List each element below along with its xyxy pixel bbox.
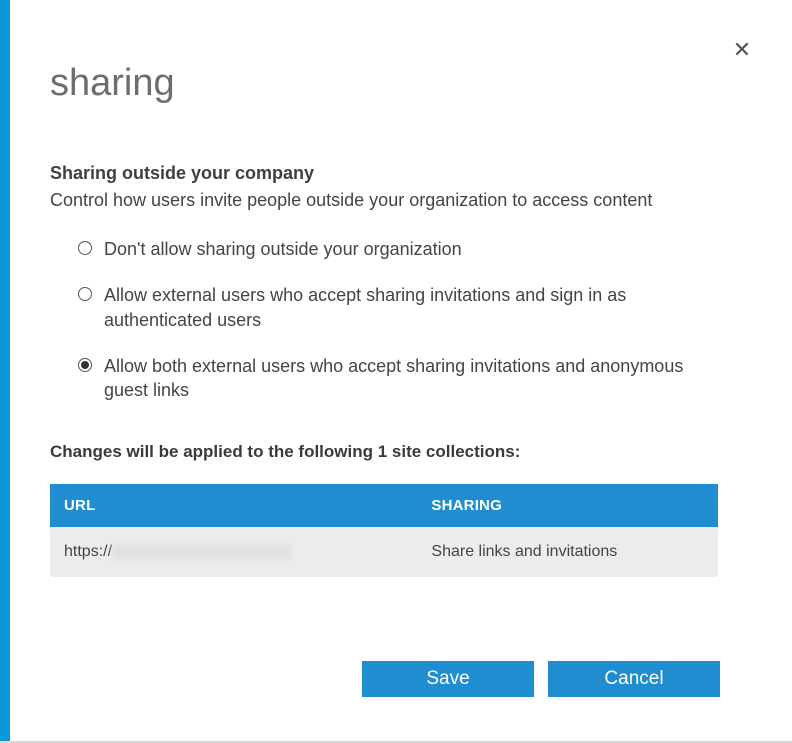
option-authenticated-external[interactable]: Allow external users who accept sharing … xyxy=(78,283,690,332)
table-header-row: URL SHARING xyxy=(50,484,718,527)
cell-url: https:// xyxy=(50,527,417,577)
cancel-button[interactable]: Cancel xyxy=(548,661,720,697)
col-header-url: URL xyxy=(50,484,417,527)
save-button[interactable]: Save xyxy=(362,661,534,697)
accent-bar xyxy=(0,0,10,741)
radio-icon xyxy=(78,358,92,372)
col-header-sharing: SHARING xyxy=(417,484,718,527)
radio-icon xyxy=(78,287,92,301)
option-label: Allow external users who accept sharing … xyxy=(104,283,690,332)
option-no-external[interactable]: Don't allow sharing outside your organiz… xyxy=(78,237,690,261)
sharing-options-group: Don't allow sharing outside your organiz… xyxy=(50,237,690,402)
page-title: sharing xyxy=(50,62,752,105)
option-label: Allow both external users who accept sha… xyxy=(104,354,690,403)
cell-sharing: Share links and invitations xyxy=(417,527,718,577)
section-heading: Sharing outside your company xyxy=(50,163,752,184)
changes-heading: Changes will be applied to the following… xyxy=(50,442,752,462)
option-external-and-anonymous[interactable]: Allow both external users who accept sha… xyxy=(78,354,690,403)
radio-icon xyxy=(78,241,92,255)
url-prefix: https:// xyxy=(64,543,112,560)
table-row: https:// Share links and invitations xyxy=(50,527,718,577)
sharing-panel: ✕ sharing Sharing outside your company C… xyxy=(10,0,792,741)
site-collections-table: URL SHARING https:// Share links and inv… xyxy=(50,484,718,577)
button-row: Save Cancel xyxy=(362,661,720,697)
close-button[interactable]: ✕ xyxy=(730,38,754,62)
section-description: Control how users invite people outside … xyxy=(50,190,752,211)
url-redacted xyxy=(112,544,292,560)
option-label: Don't allow sharing outside your organiz… xyxy=(104,237,462,261)
